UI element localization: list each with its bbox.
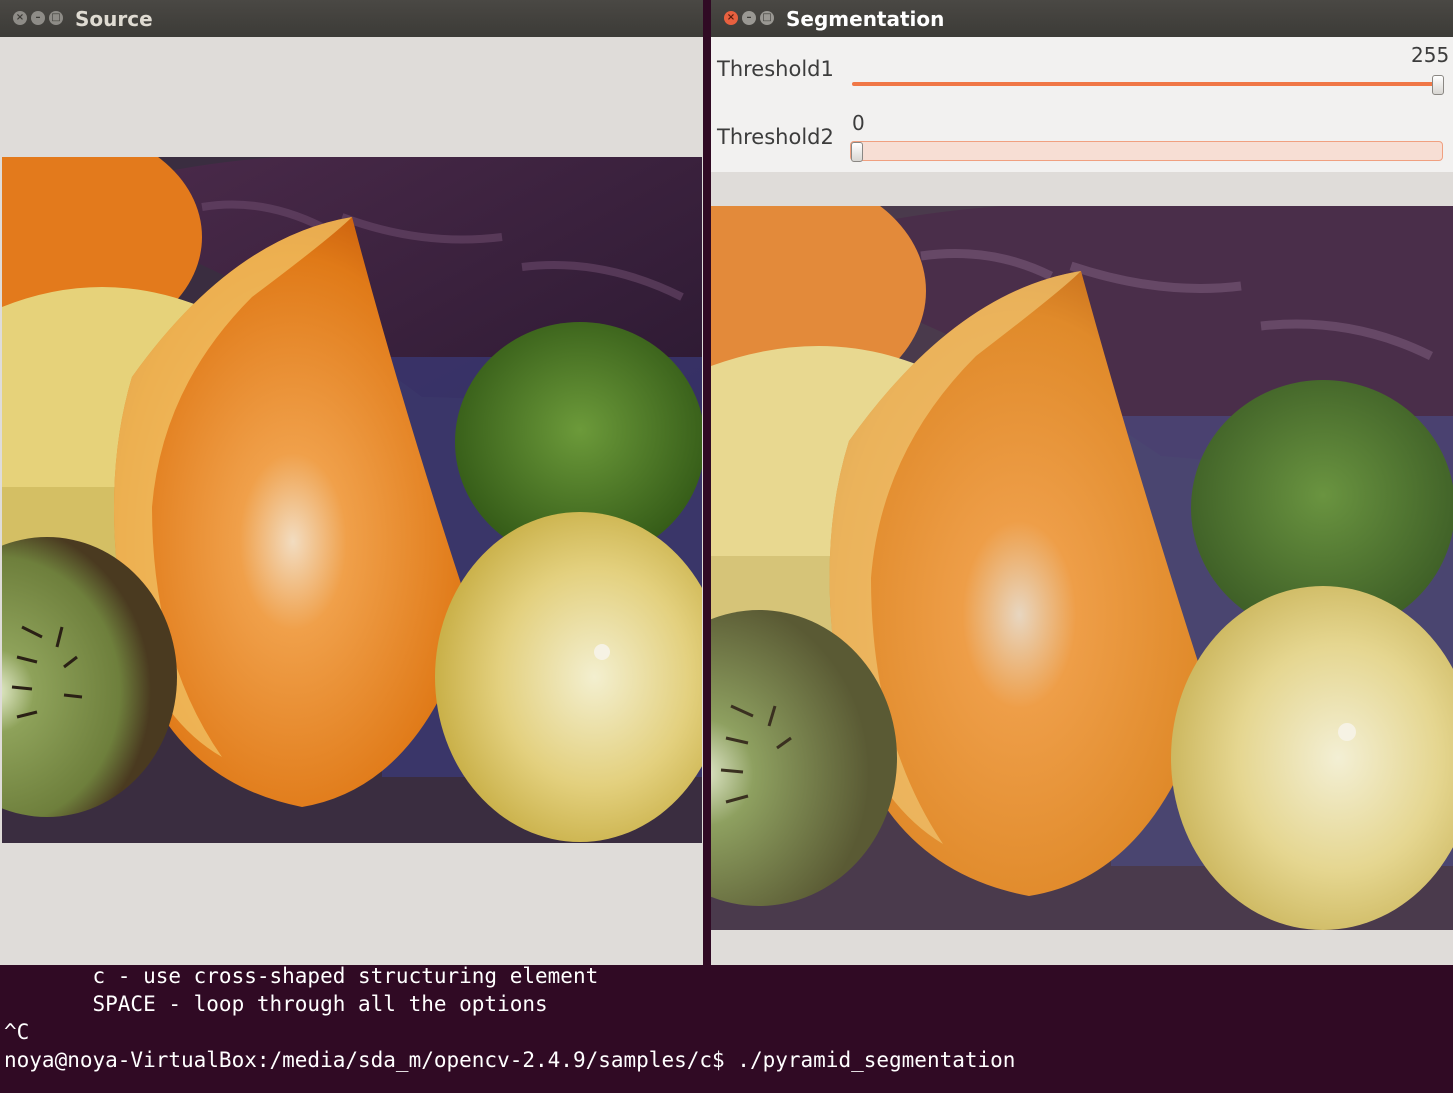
threshold1-slider[interactable]: [852, 82, 1439, 86]
maximize-icon[interactable]: □: [49, 11, 63, 25]
threshold2-slider-handle[interactable]: [851, 142, 863, 162]
close-icon[interactable]: ×: [724, 11, 738, 25]
minimize-icon[interactable]: –: [31, 11, 45, 25]
trackbar-value-threshold2: 0: [852, 111, 865, 135]
trackbar-label-threshold1: Threshold1: [717, 57, 834, 81]
window-title: Source: [75, 7, 153, 31]
trackbar-label-threshold2: Threshold2: [717, 125, 834, 149]
source-window[interactable]: × – □ Source: [0, 0, 703, 965]
source-titlebar[interactable]: × – □ Source: [0, 0, 703, 37]
segmented-image: [711, 206, 1453, 930]
trackbar-panel: Threshold1 255 Threshold2 0: [711, 37, 1453, 172]
window-title: Segmentation: [786, 7, 945, 31]
threshold1-slider-handle[interactable]: [1432, 75, 1444, 95]
terminal-line: SPACE - loop through all the options: [4, 992, 548, 1016]
source-image: [2, 157, 702, 843]
terminal-prompt-line: noya@noya-VirtualBox:/media/sda_m/opencv…: [4, 1048, 1016, 1072]
trackbar-value-threshold1: 255: [1411, 43, 1450, 67]
terminal-line: ^C: [4, 1020, 30, 1044]
threshold2-slider[interactable]: [850, 141, 1443, 161]
segmentation-window[interactable]: × – □ Segmentation Threshold1 255 Thresh…: [711, 0, 1453, 965]
minimize-icon[interactable]: –: [742, 11, 756, 25]
close-icon[interactable]: ×: [13, 11, 27, 25]
maximize-icon[interactable]: □: [760, 11, 774, 25]
segmentation-titlebar[interactable]: × – □ Segmentation: [711, 0, 1453, 37]
terminal-line: c - use cross-shaped structuring element: [4, 964, 599, 988]
